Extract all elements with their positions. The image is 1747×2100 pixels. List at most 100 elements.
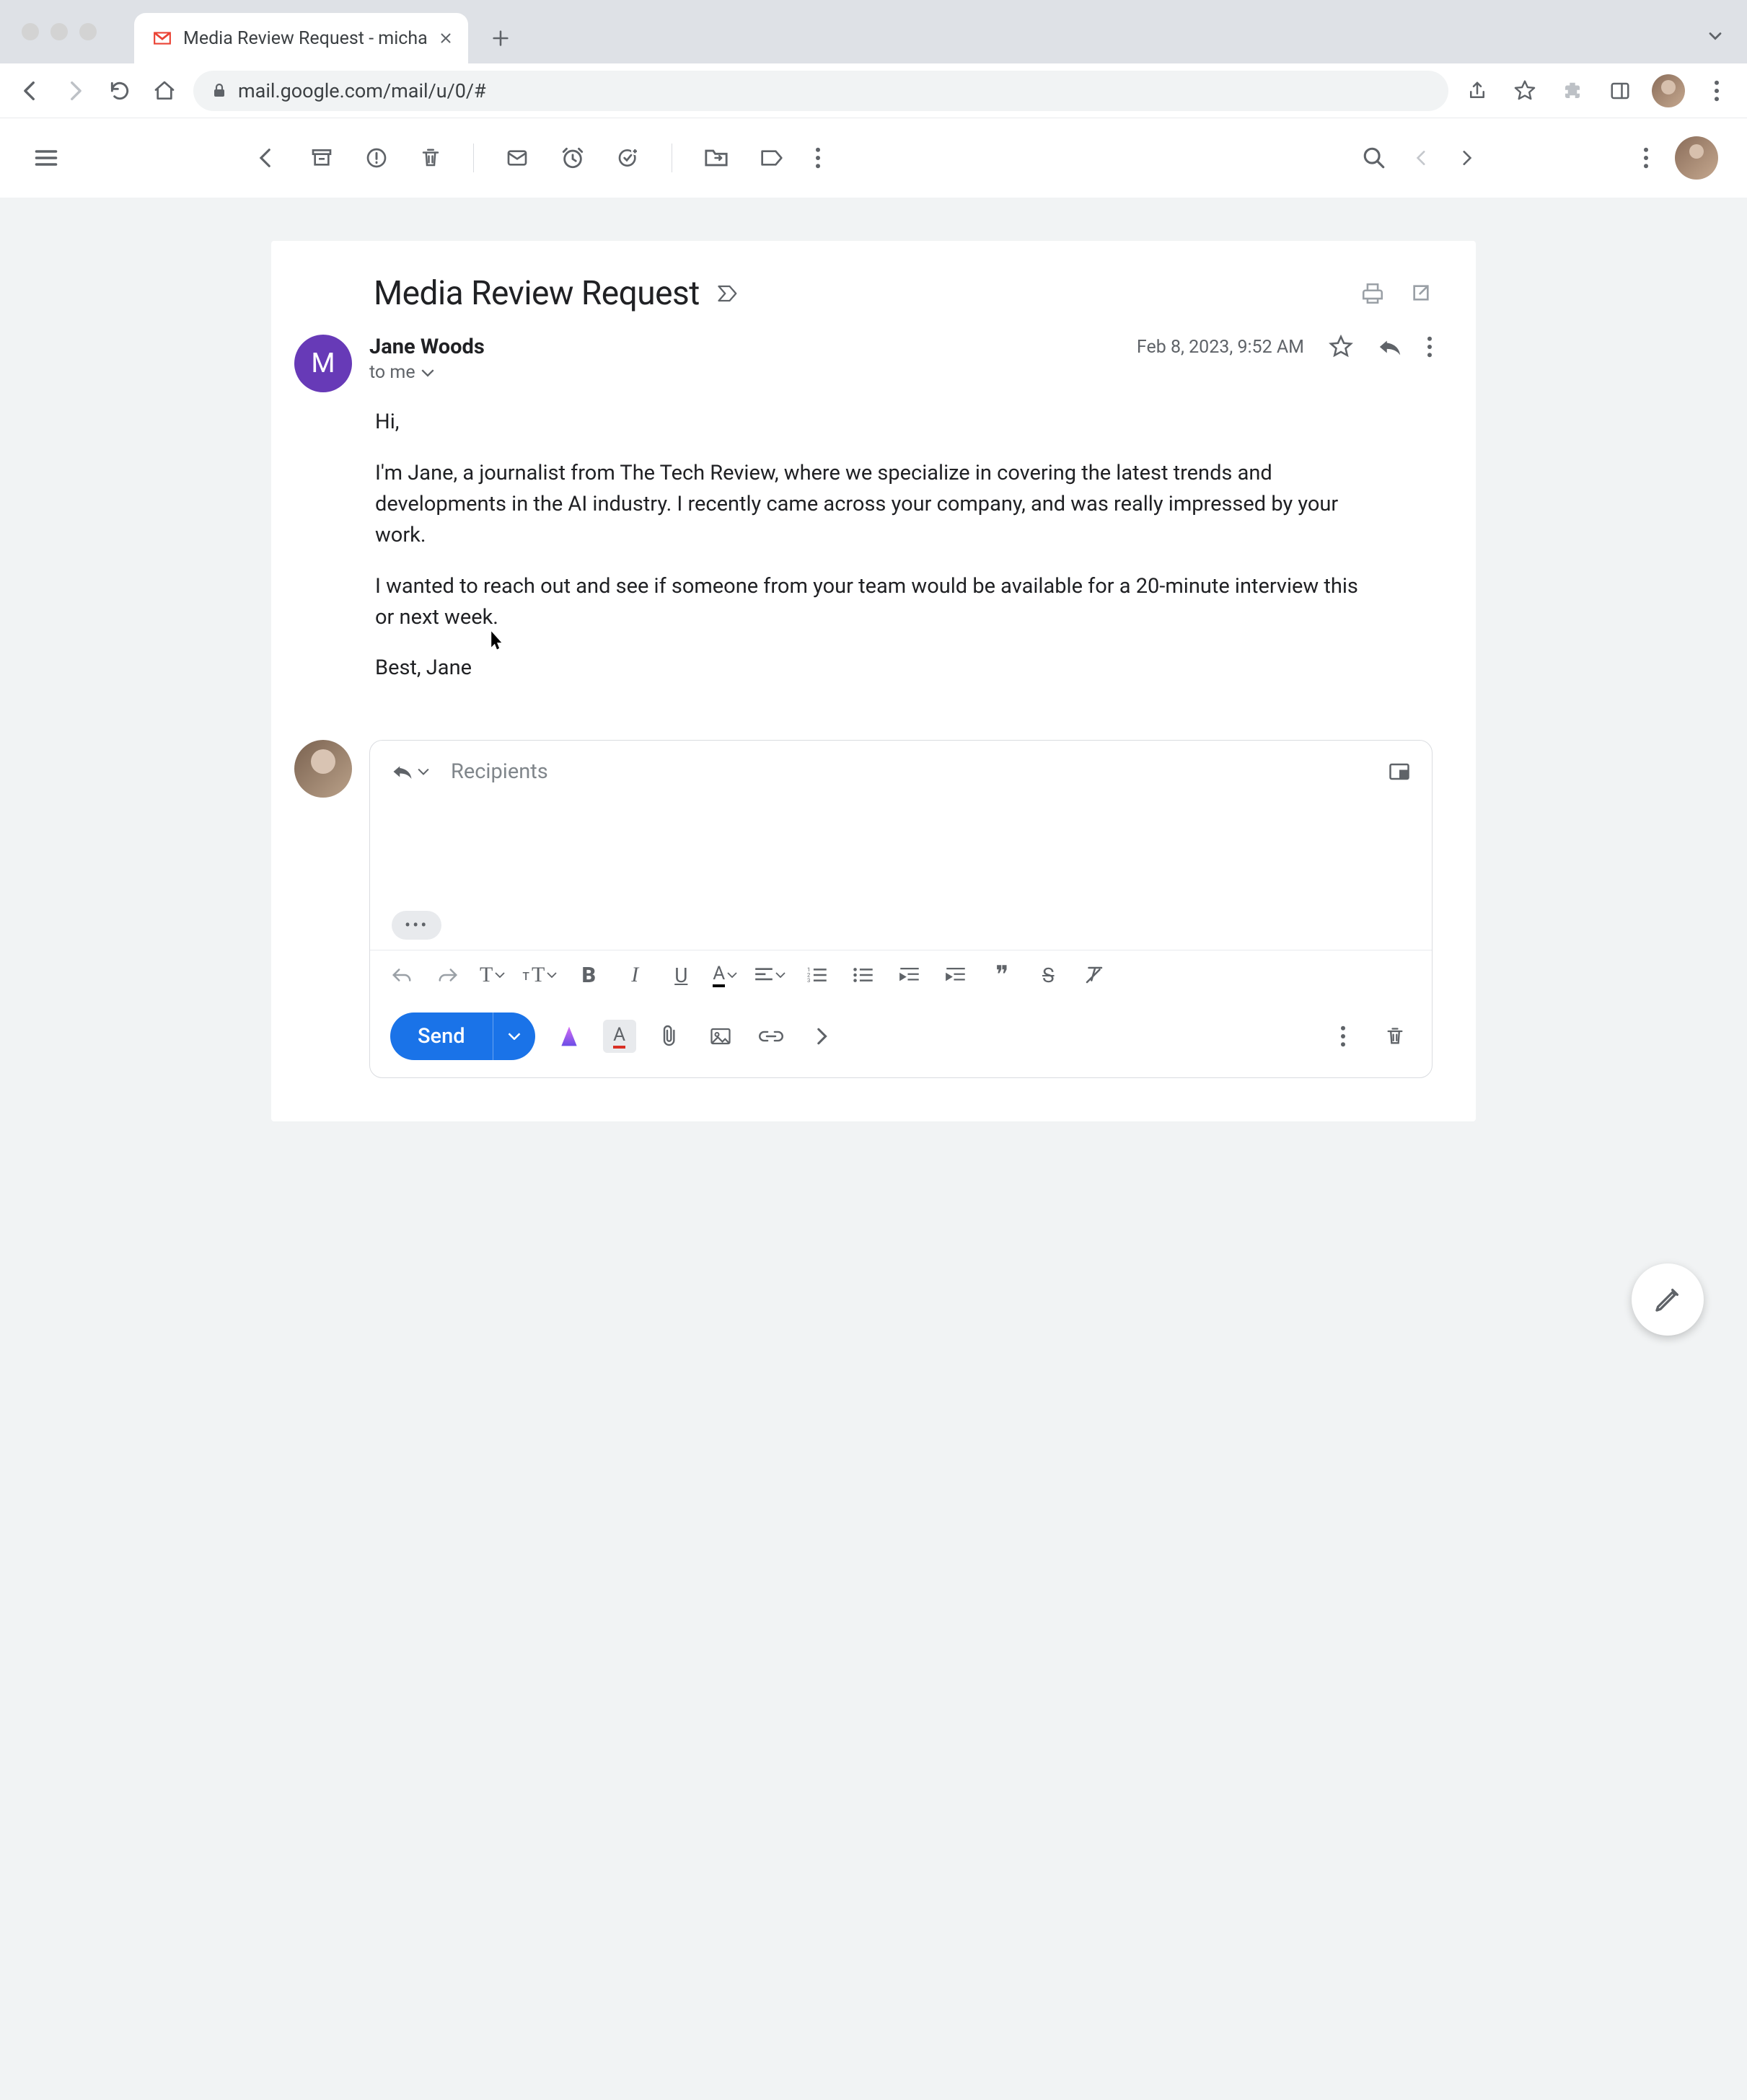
reload-button[interactable]	[104, 75, 136, 107]
traffic-light-maximize[interactable]	[79, 23, 97, 40]
prev-message-icon[interactable]	[1412, 149, 1431, 167]
numbered-list-icon[interactable]: 123	[803, 961, 832, 989]
indent-less-icon[interactable]	[895, 961, 924, 989]
sender-name: Jane Woods	[369, 335, 1119, 359]
body-signoff: Best, Jane	[375, 653, 1368, 684]
extensions-icon[interactable]	[1557, 75, 1588, 107]
svg-text:3: 3	[807, 978, 810, 984]
settings-menu-icon[interactable]	[1643, 147, 1649, 169]
close-tab-icon[interactable]	[438, 30, 454, 46]
strikethrough-icon[interactable]: S	[1034, 961, 1062, 989]
underline-icon[interactable]: U	[666, 961, 695, 989]
archive-icon[interactable]	[310, 146, 333, 169]
open-new-window-icon[interactable]	[1409, 281, 1433, 306]
url-text: mail.google.com/mail/u/0/#	[238, 79, 486, 102]
send-button[interactable]: Send	[390, 1012, 535, 1060]
show-details-icon[interactable]	[421, 369, 434, 377]
font-size-icon[interactable]: тT	[522, 961, 557, 989]
ai-compose-icon[interactable]	[553, 1020, 586, 1053]
print-icon[interactable]	[1360, 281, 1385, 306]
add-to-tasks-icon[interactable]	[617, 146, 640, 169]
insert-image-icon[interactable]	[704, 1020, 737, 1053]
redo-icon[interactable]	[434, 961, 462, 989]
content-area: Media Review Request M Jane Woods to m	[0, 198, 1747, 1379]
compose-body[interactable]: •••	[370, 803, 1432, 950]
to-line-text: to me	[369, 362, 415, 383]
insert-link-icon[interactable]	[754, 1020, 788, 1053]
browser-profile-avatar[interactable]	[1652, 74, 1685, 107]
email-card: Media Review Request M Jane Woods to m	[271, 241, 1476, 1121]
attach-file-icon[interactable]	[654, 1020, 687, 1053]
remove-formatting-icon[interactable]	[1080, 961, 1109, 989]
search-icon[interactable]	[1362, 146, 1386, 170]
email-subject: Media Review Request	[374, 274, 700, 313]
spam-icon[interactable]	[365, 146, 388, 169]
important-marker-icon[interactable]	[717, 283, 739, 304]
body-greeting: Hi,	[375, 407, 1368, 438]
body-paragraph-2: I wanted to reach out and see if someone…	[375, 571, 1368, 633]
align-icon[interactable]	[754, 961, 786, 989]
share-icon[interactable]	[1461, 75, 1493, 107]
move-to-icon[interactable]	[704, 147, 729, 169]
more-actions-icon[interactable]	[815, 147, 821, 169]
mouse-cursor-icon	[490, 630, 504, 650]
browser-address-bar-row: mail.google.com/mail/u/0/#	[0, 63, 1747, 118]
show-trimmed-button[interactable]: •••	[392, 911, 441, 940]
new-tab-button[interactable]	[483, 20, 519, 56]
send-options-icon[interactable]	[493, 1012, 535, 1060]
tab-title: Media Review Request - micha	[183, 28, 428, 49]
formatting-toolbar: T тT B I U A 123 ❞ S	[370, 950, 1432, 1000]
send-label[interactable]: Send	[390, 1012, 493, 1060]
account-avatar[interactable]	[1675, 136, 1718, 180]
reply-composer: Recipients ••• T тT B I U A	[369, 740, 1433, 1078]
discard-draft-icon[interactable]	[1378, 1020, 1412, 1053]
side-panel-icon[interactable]	[1604, 75, 1636, 107]
reply-icon[interactable]	[1378, 336, 1402, 358]
email-body: Hi, I'm Jane, a journalist from The Tech…	[271, 392, 1411, 684]
reply-type-button[interactable]	[392, 762, 429, 781]
bulleted-list-icon[interactable]	[849, 961, 878, 989]
browser-menu-icon[interactable]	[1701, 75, 1733, 107]
forward-button[interactable]	[59, 75, 91, 107]
popout-compose-icon[interactable]	[1389, 762, 1410, 781]
next-message-icon[interactable]	[1457, 149, 1476, 167]
sender-avatar[interactable]: M	[294, 335, 352, 392]
back-to-inbox-icon[interactable]	[254, 146, 278, 170]
recipients-field[interactable]: Recipients	[451, 759, 548, 784]
address-bar[interactable]: mail.google.com/mail/u/0/#	[193, 71, 1448, 111]
sender-initial: M	[311, 348, 335, 379]
delete-icon[interactable]	[420, 146, 441, 169]
mark-unread-icon[interactable]	[506, 146, 529, 169]
bookmark-star-icon[interactable]	[1509, 75, 1541, 107]
indent-more-icon[interactable]	[941, 961, 970, 989]
font-family-icon[interactable]: T	[480, 961, 505, 989]
tabs-dropdown-icon[interactable]	[1705, 26, 1725, 46]
gmail-favicon-icon	[151, 27, 173, 49]
formatting-options-icon[interactable]: A	[603, 1020, 636, 1053]
browser-tab-active[interactable]: Media Review Request - micha	[134, 13, 468, 63]
italic-icon[interactable]: I	[620, 961, 649, 989]
bold-icon[interactable]: B	[574, 961, 603, 989]
compose-more-options-icon[interactable]	[1326, 1020, 1360, 1053]
window-controls	[22, 23, 97, 40]
gmail-toolbar	[0, 118, 1747, 198]
traffic-light-minimize[interactable]	[50, 23, 68, 40]
toolbar-separator	[473, 144, 474, 172]
traffic-light-close[interactable]	[22, 23, 39, 40]
home-button[interactable]	[149, 75, 180, 107]
star-icon[interactable]	[1329, 335, 1353, 359]
lock-icon	[211, 82, 228, 100]
snooze-icon[interactable]	[560, 146, 585, 170]
more-compose-icon[interactable]	[805, 1020, 838, 1053]
background-fill	[0, 1379, 1747, 2100]
main-menu-icon[interactable]	[29, 141, 63, 175]
undo-icon[interactable]	[387, 961, 416, 989]
my-avatar[interactable]	[294, 740, 352, 798]
back-button[interactable]	[14, 75, 46, 107]
text-color-icon[interactable]: A	[713, 961, 737, 989]
message-more-icon[interactable]	[1427, 336, 1433, 358]
compose-fab[interactable]	[1632, 1263, 1704, 1336]
labels-icon[interactable]	[760, 147, 783, 169]
quote-icon[interactable]: ❞	[987, 961, 1016, 989]
browser-tab-strip: Media Review Request - micha	[0, 0, 1747, 63]
